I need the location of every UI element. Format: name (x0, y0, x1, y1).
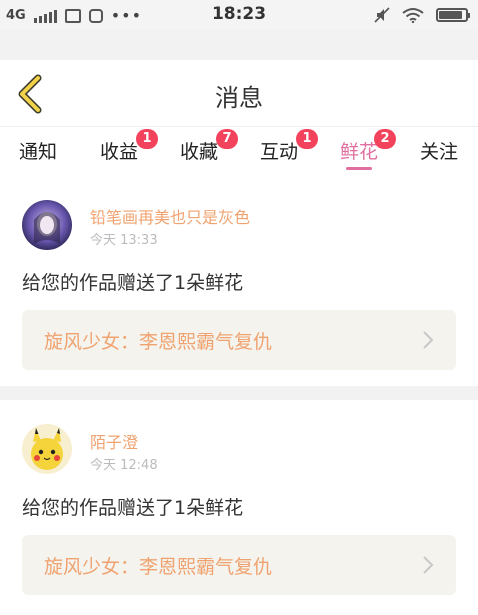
mute-icon (374, 7, 390, 23)
chevron-right-icon (423, 556, 434, 574)
page-header: 消息 (0, 60, 478, 126)
tab-label: 关注 (420, 141, 459, 163)
message-card: 铅笔画再美也只是灰色 今天 13:33 给您的作品赠送了1朵鲜花 旋风少女：李恩… (0, 182, 478, 386)
tab-label: 互动 (260, 141, 299, 163)
message-text: 给您的作品赠送了1朵鲜花 (22, 272, 244, 294)
status-right (374, 7, 470, 23)
wifi-icon (402, 8, 424, 23)
tab-interactions[interactable]: 互动 1 (260, 129, 318, 164)
tab-flowers[interactable]: 鲜花 2 (340, 129, 396, 170)
tab-notifications[interactable]: 通知 (19, 137, 57, 164)
chevron-right-icon (423, 331, 434, 349)
username[interactable]: 陌子澄 (90, 429, 138, 453)
tab-favorites[interactable]: 收藏 7 (180, 129, 238, 164)
message-text: 给您的作品赠送了1朵鲜花 (22, 497, 244, 519)
message-time: 今天 12:48 (90, 458, 158, 473)
active-tab-indicator (346, 167, 373, 170)
tab-following[interactable]: 关注 (420, 137, 458, 164)
tab-label: 收益 (100, 141, 139, 163)
message-time: 今天 13:33 (90, 233, 158, 248)
tab-badge: 2 (374, 129, 396, 149)
work-title: 旋风少女：李恩熙霸气复仇 (44, 331, 273, 353)
work-link[interactable]: 旋风少女：李恩熙霸气复仇 (22, 535, 456, 595)
avatar[interactable] (22, 200, 72, 250)
tab-badge: 1 (296, 129, 318, 149)
tab-label: 通知 (19, 141, 58, 163)
work-title: 旋风少女：李恩熙霸气复仇 (44, 556, 273, 578)
tab-badge: 1 (136, 129, 158, 149)
page-title: 消息 (215, 84, 263, 112)
status-bar: 4G ••• 18:23 (0, 0, 478, 30)
tab-label: 收藏 (180, 141, 219, 163)
work-link[interactable]: 旋风少女：李恩熙霸气复仇 (22, 310, 456, 370)
tab-badge: 7 (216, 129, 238, 149)
tab-label: 鲜花 (340, 141, 379, 163)
tab-bar: 通知 收益 1 收藏 7 互动 1 鲜花 2 关注 (0, 126, 478, 182)
username[interactable]: 铅笔画再美也只是灰色 (90, 204, 250, 228)
battery-icon (436, 8, 470, 22)
avatar[interactable] (22, 424, 72, 474)
tab-earnings[interactable]: 收益 1 (100, 129, 158, 164)
message-card: 陌子澄 今天 12:48 给您的作品赠送了1朵鲜花 旋风少女：李恩熙霸气复仇 (0, 400, 478, 615)
